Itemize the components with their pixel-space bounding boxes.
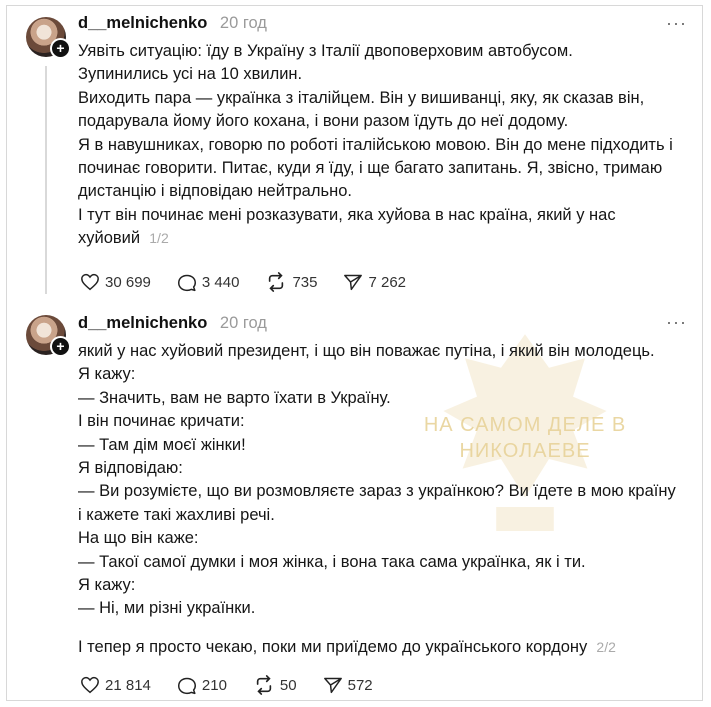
like-button[interactable]: 21 814 [80, 676, 151, 694]
text-line: — Такої самої думки і моя жінка, і вона … [78, 552, 586, 571]
comment-bubble-icon [177, 677, 196, 694]
share-button[interactable]: 7 262 [343, 273, 406, 291]
text-line: Я відповідаю: [78, 459, 183, 478]
repost-count: 735 [292, 273, 318, 291]
plus-icon[interactable]: + [50, 38, 71, 59]
comment-count: 210 [201, 676, 227, 694]
repost-icon [269, 272, 284, 292]
timestamp: 20 год [219, 14, 267, 32]
text-line: і кажете такі жахливі речі. [78, 505, 275, 524]
page-indicator: 2/2 [596, 638, 616, 655]
heart-icon [81, 273, 99, 291]
send-icon [344, 274, 363, 291]
text-line: подарувала йому його кохана, і вони разо… [78, 112, 569, 131]
text-line: починає говорити. Питає, куди я їду, і щ… [78, 159, 663, 178]
username[interactable]: d__melnichenko [78, 314, 207, 332]
post-text: Уявіть ситуацію: їду в Україну з Італії … [78, 40, 698, 251]
thread-line [45, 66, 47, 294]
text-line: який у нас хуйовий президент, і що він п… [78, 342, 655, 360]
like-button[interactable]: 30 699 [80, 273, 151, 291]
post-header: d__melnichenko 20 год [78, 14, 267, 33]
post-text: який у нас хуйовий президент, і що він п… [78, 340, 698, 659]
text-line: Виходить пара — українка з італійцем. Ві… [78, 88, 645, 107]
text-line: — Там дім моєї жінки! [78, 435, 246, 454]
text-line: — Ви розумієте, що ви розмовляєте зараз … [78, 482, 676, 501]
repost-icon [256, 675, 272, 695]
text-line: Я кажу: [78, 576, 136, 595]
plus-icon[interactable]: + [50, 336, 71, 357]
repost-button[interactable]: 735 [265, 272, 317, 292]
text-line: І тепер я просто чекаю, поки ми приїдемо… [78, 637, 616, 656]
post-actions: 21 814 210 50 572 [80, 675, 373, 695]
text-line: На що він каже: [78, 529, 199, 548]
text-line: дистанцію і відповідаю нейтрально. [78, 182, 352, 201]
share-button[interactable]: 572 [323, 676, 373, 694]
text-line [78, 621, 698, 636]
repost-button[interactable]: 50 [253, 675, 297, 695]
text-line: — Ні, ми різні українки. [78, 599, 256, 618]
post-header: d__melnichenko 20 год [78, 314, 267, 333]
text-line: Я кажу: [78, 365, 136, 384]
more-horizontal-icon[interactable]: ··· [666, 13, 687, 34]
send-icon [323, 677, 342, 694]
page-indicator: 1/2 [149, 230, 169, 247]
like-count: 30 699 [105, 273, 151, 291]
comment-button[interactable]: 3 440 [177, 273, 240, 292]
more-horizontal-icon[interactable]: ··· [666, 312, 687, 333]
repost-count: 50 [279, 676, 297, 694]
text-line: хуйовий 1/2 [78, 229, 169, 248]
like-count: 21 814 [105, 676, 151, 694]
timestamp: 20 год [219, 314, 267, 332]
text-line: Зупинились усі на 10 хвилин. [78, 65, 303, 84]
text-line: Я в навушниках, говорю по роботі італійс… [78, 135, 673, 154]
comment-count: 3 440 [201, 273, 240, 291]
text-line: І він починає кричати: [78, 412, 245, 431]
text-line: І тут він починає мені розказувати, яка … [78, 205, 616, 224]
share-count: 572 [347, 676, 373, 694]
comment-bubble-icon [177, 274, 196, 291]
comment-button[interactable]: 210 [177, 676, 227, 695]
text-line: Уявіть ситуацію: їду в Україну з Італії … [78, 42, 573, 60]
post-actions: 30 699 3 440 735 7 262 [80, 272, 406, 292]
share-count: 7 262 [368, 273, 407, 291]
heart-icon [81, 676, 99, 694]
username[interactable]: d__melnichenko [78, 14, 207, 32]
text-line: — Значить, вам не варто їхати в Україну. [78, 388, 391, 407]
